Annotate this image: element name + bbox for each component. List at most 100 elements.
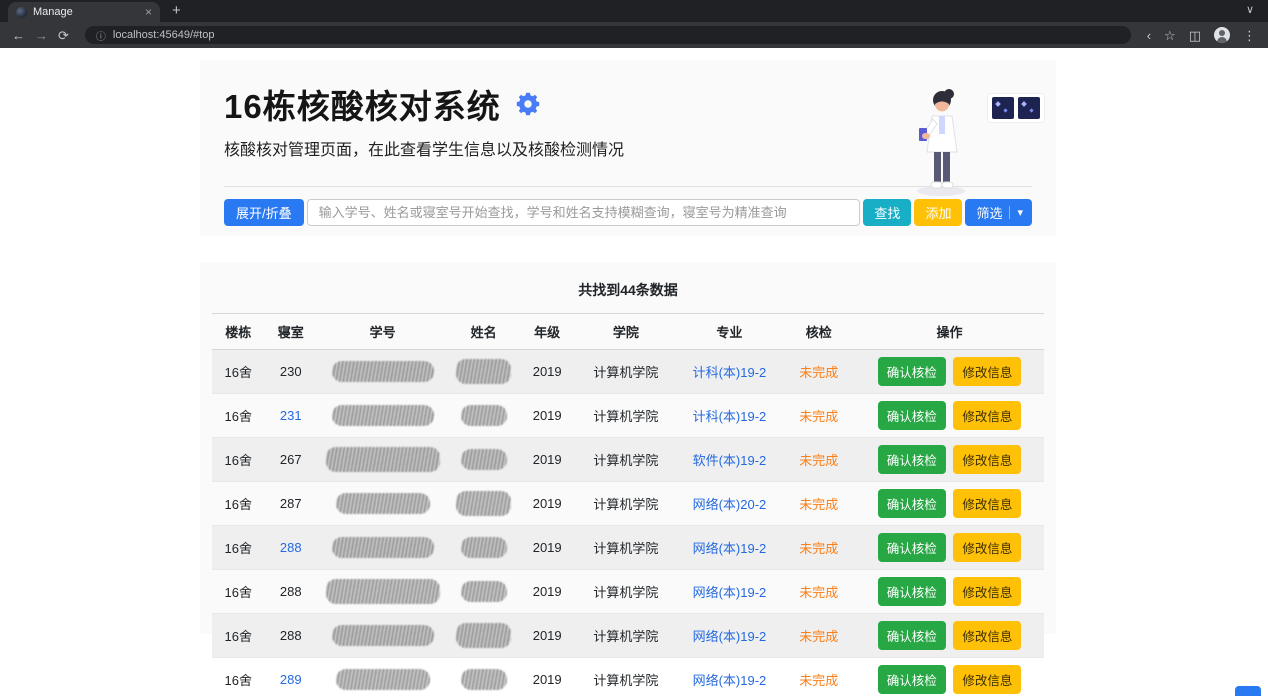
cell-major[interactable]: 网络(本)19-2 <box>693 585 767 600</box>
results-section: 共找到44条数据 楼栋寝室学号姓名年级学院专业核检操作 16舍 230 2019… <box>200 262 1056 634</box>
cell-major[interactable]: 网络(本)19-2 <box>693 673 767 688</box>
side-panel-icon[interactable]: ◫ <box>1189 29 1201 42</box>
navbar-actions: ‹ ☆ ◫ ⋮ <box>1147 27 1256 43</box>
redacted-student-name <box>461 449 507 470</box>
filter-label: 筛选 <box>976 203 1002 222</box>
table-row: 16舍 289 2019 计算机学院 网络(本)19-2 未完成 确认核检 修改… <box>212 658 1044 696</box>
bookmark-star-icon[interactable]: ☆ <box>1164 29 1176 42</box>
cell-status: 未完成 <box>799 453 838 468</box>
confirm-button[interactable]: 确认核检 <box>878 665 946 694</box>
cell-major[interactable]: 软件(本)19-2 <box>693 453 767 468</box>
edit-button[interactable]: 修改信息 <box>953 665 1021 694</box>
expand-collapse-button[interactable]: 展开/折叠 <box>224 199 304 226</box>
filter-dropdown-button[interactable]: 筛选 ▾ <box>965 199 1032 226</box>
search-input[interactable] <box>307 199 861 226</box>
cell-status: 未完成 <box>799 365 838 380</box>
redacted-student-id <box>332 361 434 382</box>
cell-major[interactable]: 网络(本)19-2 <box>693 541 767 556</box>
confirm-button[interactable]: 确认核检 <box>878 533 946 562</box>
redacted-student-name <box>461 669 507 690</box>
cell-major[interactable]: 计科(本)19-2 <box>693 409 767 424</box>
cell-college: 计算机学院 <box>593 453 658 468</box>
cell-building: 16舍 <box>225 585 252 600</box>
picture-frame <box>1018 97 1040 119</box>
cell-college: 计算机学院 <box>593 365 658 380</box>
confirm-button[interactable]: 确认核检 <box>878 489 946 518</box>
cell-dorm: 288 <box>280 628 302 643</box>
cell-dorm: 230 <box>280 364 302 379</box>
forward-icon[interactable]: → <box>35 29 48 42</box>
confirm-button[interactable]: 确认核检 <box>878 445 946 474</box>
redacted-student-id <box>332 537 434 558</box>
cell-building: 16舍 <box>225 497 252 512</box>
window-chevron-icon[interactable]: ∨ <box>1246 3 1254 16</box>
address-bar[interactable]: ⓘ localhost:45649/#top <box>85 26 1131 44</box>
cell-college: 计算机学院 <box>593 629 658 644</box>
cell-college: 计算机学院 <box>593 585 658 600</box>
edit-button[interactable]: 修改信息 <box>953 489 1021 518</box>
tab-favicon-icon <box>16 7 27 18</box>
cell-building: 16舍 <box>225 365 252 380</box>
table-row: 16舍 287 2019 计算机学院 网络(本)20-2 未完成 确认核检 修改… <box>212 482 1044 526</box>
cell-building: 16舍 <box>225 629 252 644</box>
cell-dorm[interactable]: 231 <box>280 408 302 423</box>
edit-button[interactable]: 修改信息 <box>953 533 1021 562</box>
confirm-button[interactable]: 确认核检 <box>878 357 946 386</box>
cell-dorm: 287 <box>280 496 302 511</box>
tab-close-icon[interactable]: × <box>145 6 152 18</box>
column-header: 操作 <box>855 314 1044 350</box>
profile-avatar[interactable] <box>1214 27 1230 43</box>
edit-button[interactable]: 修改信息 <box>953 577 1021 606</box>
column-header: 学院 <box>575 314 676 350</box>
cell-dorm: 267 <box>280 452 302 467</box>
back-icon[interactable]: ← <box>12 29 25 42</box>
cell-grade: 2019 <box>533 364 562 379</box>
cell-major[interactable]: 网络(本)20-2 <box>693 497 767 512</box>
table-body: 16舍 230 2019 计算机学院 计科(本)19-2 未完成 确认核检 修改… <box>212 350 1044 696</box>
cell-college: 计算机学院 <box>593 497 658 512</box>
result-summary: 共找到44条数据 <box>212 270 1044 313</box>
browser-titlebar: Manage × + ∨ <box>0 0 1268 22</box>
cell-dorm[interactable]: 289 <box>280 672 302 687</box>
edit-button[interactable]: 修改信息 <box>953 621 1021 650</box>
redacted-student-name <box>461 405 507 426</box>
page-title-text: 16栋核酸核对系统 <box>224 80 501 128</box>
confirm-button[interactable]: 确认核检 <box>878 401 946 430</box>
edit-button[interactable]: 修改信息 <box>953 445 1021 474</box>
new-tab-button[interactable]: + <box>172 2 181 22</box>
url-text: localhost:45649/#top <box>113 29 215 41</box>
browser-menu-icon[interactable]: ⋮ <box>1243 29 1256 42</box>
add-button[interactable]: 添加 <box>914 199 962 226</box>
cell-status: 未完成 <box>799 629 838 644</box>
browser-tab[interactable]: Manage × <box>8 2 160 22</box>
reload-icon[interactable]: ⟳ <box>58 29 69 42</box>
site-info-icon[interactable]: ⓘ <box>96 28 106 43</box>
doctor-illustration <box>906 86 976 198</box>
redacted-student-id <box>332 625 434 646</box>
students-table: 楼栋寝室学号姓名年级学院专业核检操作 16舍 230 2019 计算机学院 计科… <box>212 313 1044 696</box>
cell-grade: 2019 <box>533 628 562 643</box>
edit-button[interactable]: 修改信息 <box>953 401 1021 430</box>
column-header: 专业 <box>676 314 782 350</box>
search-button[interactable]: 查找 <box>863 199 911 226</box>
share-icon[interactable]: ‹ <box>1147 29 1151 42</box>
cell-major[interactable]: 网络(本)19-2 <box>693 629 767 644</box>
back-to-top-button[interactable] <box>1235 686 1261 696</box>
redacted-student-id <box>326 447 440 472</box>
cell-status: 未完成 <box>799 585 838 600</box>
redacted-student-name <box>461 581 507 602</box>
cell-major[interactable]: 计科(本)19-2 <box>693 365 767 380</box>
edit-button[interactable]: 修改信息 <box>953 357 1021 386</box>
cell-college: 计算机学院 <box>593 541 658 556</box>
redacted-student-name <box>456 491 511 516</box>
confirm-button[interactable]: 确认核检 <box>878 577 946 606</box>
column-header: 姓名 <box>448 314 519 350</box>
gear-icon <box>513 89 543 119</box>
redacted-student-id <box>336 493 430 514</box>
tab-title: Manage <box>33 6 139 18</box>
confirm-button[interactable]: 确认核检 <box>878 621 946 650</box>
cell-dorm[interactable]: 288 <box>280 540 302 555</box>
cell-status: 未完成 <box>799 541 838 556</box>
wall-pictures-illustration <box>987 93 1045 123</box>
table-row: 16舍 230 2019 计算机学院 计科(本)19-2 未完成 确认核检 修改… <box>212 350 1044 394</box>
